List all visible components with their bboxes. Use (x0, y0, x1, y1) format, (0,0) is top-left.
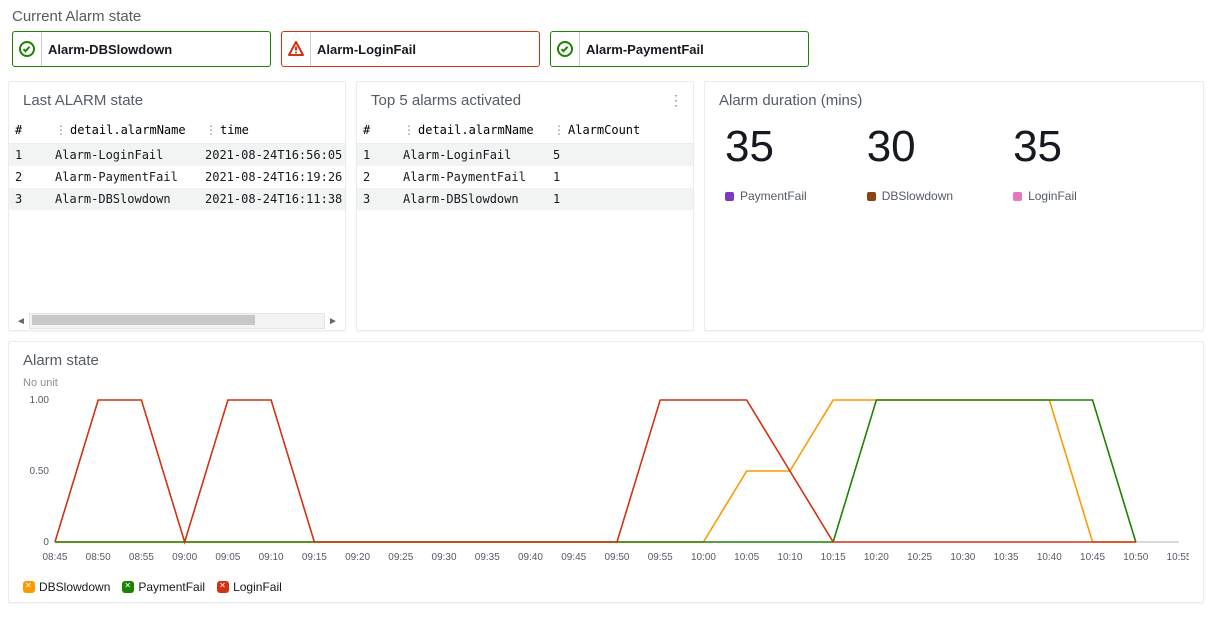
col-alarm-name[interactable]: ⋮detail.alarmName (397, 117, 547, 144)
table-row[interactable]: 3Alarm-DBSlowdown1 (357, 188, 693, 210)
svg-text:09:15: 09:15 (302, 552, 327, 563)
alarm-pill-dbslowdown[interactable]: Alarm-DBSlowdown (12, 31, 271, 67)
svg-text:10:05: 10:05 (734, 552, 759, 563)
table-row[interactable]: 2Alarm-PaymentFail1 (357, 166, 693, 188)
card-title: Alarm duration (mins) (705, 82, 1203, 117)
legend-swatch-icon (122, 581, 134, 593)
scroll-track[interactable] (29, 313, 325, 329)
duration-metric-dbslowdown: 30 DBSlowdown (867, 123, 953, 203)
svg-text:08:50: 08:50 (86, 552, 111, 563)
table-row[interactable]: 3Alarm-DBSlowdown2021-08-24T16:11:38.225 (9, 188, 345, 210)
svg-text:09:55: 09:55 (648, 552, 673, 563)
legend-item-loginfail[interactable]: LoginFail (217, 580, 282, 594)
svg-text:10:25: 10:25 (907, 552, 932, 563)
svg-text:09:20: 09:20 (345, 552, 370, 563)
duration-value: 30 (867, 123, 953, 171)
card-title: Alarm state (9, 342, 1203, 377)
alarm-pill-label: Alarm-DBSlowdown (41, 32, 270, 66)
duration-metric-paymentfail: 35 PaymentFail (725, 123, 807, 203)
legend-swatch (725, 192, 734, 201)
svg-text:09:30: 09:30 (432, 552, 457, 563)
card-title: Last ALARM state (9, 82, 345, 117)
status-ok-icon (13, 40, 41, 58)
col-time[interactable]: ⋮time (199, 117, 345, 144)
chart-legend: DBSlowdown PaymentFail LoginFail (23, 580, 282, 594)
card-last-alarm-state: Last ALARM state # ⋮detail.alarmName ⋮ti… (8, 81, 346, 331)
duration-value: 35 (1013, 123, 1077, 171)
svg-text:0.50: 0.50 (30, 466, 50, 477)
col-alarm-count[interactable]: ⋮AlarmCount (547, 117, 693, 144)
svg-text:09:05: 09:05 (215, 552, 240, 563)
status-ok-icon (551, 40, 579, 58)
scroll-thumb[interactable] (32, 315, 255, 325)
svg-text:10:30: 10:30 (950, 552, 975, 563)
alarm-pill-loginfail[interactable]: Alarm-LoginFail (281, 31, 540, 67)
svg-text:10:45: 10:45 (1080, 552, 1105, 563)
svg-text:10:20: 10:20 (864, 552, 889, 563)
card-title: Top 5 alarms activated (357, 82, 693, 117)
svg-text:10:10: 10:10 (777, 552, 802, 563)
svg-text:0: 0 (43, 537, 49, 548)
col-index[interactable]: # (357, 117, 397, 144)
legend-swatch-icon (217, 581, 229, 593)
svg-text:09:40: 09:40 (518, 552, 543, 563)
svg-text:10:40: 10:40 (1037, 552, 1062, 563)
more-icon[interactable]: ⋮ (669, 92, 683, 109)
card-alarm-state-chart: Alarm state No unit 00.501.0008:4508:500… (8, 341, 1204, 603)
svg-text:10:50: 10:50 (1123, 552, 1148, 563)
scroll-right-icon[interactable]: ► (325, 314, 341, 328)
legend-swatch (1013, 192, 1022, 201)
svg-text:09:00: 09:00 (172, 552, 197, 563)
scroll-left-icon[interactable]: ◄ (13, 314, 29, 328)
last-alarm-table: # ⋮detail.alarmName ⋮time 1Alarm-LoginFa… (9, 117, 345, 210)
duration-value: 35 (725, 123, 807, 171)
table-row[interactable]: 2Alarm-PaymentFail2021-08-24T16:19:26.54… (9, 166, 345, 188)
legend-item-paymentfail[interactable]: PaymentFail (122, 580, 205, 594)
svg-text:09:35: 09:35 (475, 552, 500, 563)
svg-text:08:55: 08:55 (129, 552, 154, 563)
col-alarm-name[interactable]: ⋮detail.alarmName (49, 117, 199, 144)
svg-text:09:50: 09:50 (604, 552, 629, 563)
svg-text:08:45: 08:45 (42, 552, 67, 563)
chart-unit-label: No unit (9, 377, 1203, 389)
duration-metric-loginfail: 35 LoginFail (1013, 123, 1077, 203)
alarm-pill-label: Alarm-LoginFail (310, 32, 539, 66)
svg-text:10:00: 10:00 (691, 552, 716, 563)
table-row[interactable]: 1Alarm-LoginFail2021-08-24T16:56:05.114 (9, 144, 345, 167)
card-alarm-duration: Alarm duration (mins) 35 PaymentFail 30 … (704, 81, 1204, 331)
svg-text:10:15: 10:15 (821, 552, 846, 563)
card-top5-alarms: Top 5 alarms activated ⋮ # ⋮detail.alarm… (356, 81, 694, 331)
svg-text:09:10: 09:10 (259, 552, 284, 563)
svg-text:09:45: 09:45 (561, 552, 586, 563)
svg-text:09:25: 09:25 (388, 552, 413, 563)
legend-swatch (867, 192, 876, 201)
chart-plot-area[interactable]: 0 0.50 1.00 08:45 08:50 08:55 09:00 09:05 09:10 0… (23, 396, 1189, 566)
legend-swatch-icon (23, 581, 35, 593)
alarm-pill-paymentfail[interactable]: Alarm-PaymentFail (550, 31, 809, 67)
status-alarm-icon (282, 40, 310, 58)
alarm-pill-row: Alarm-DBSlowdown Alarm-LoginFail Alarm-P… (0, 31, 1212, 81)
table-row[interactable]: 1Alarm-LoginFail5 (357, 144, 693, 167)
alarm-pill-label: Alarm-PaymentFail (579, 32, 808, 66)
svg-text:10:55: 10:55 (1167, 552, 1189, 563)
legend-item-dbslowdown[interactable]: DBSlowdown (23, 580, 110, 594)
svg-text:1.00: 1.00 (30, 396, 50, 406)
svg-text:10:35: 10:35 (994, 552, 1019, 563)
horizontal-scrollbar[interactable]: ◄ ► (9, 312, 345, 330)
col-index[interactable]: # (9, 117, 49, 144)
top5-alarm-table: # ⋮detail.alarmName ⋮AlarmCount 1Alarm-L… (357, 117, 693, 210)
section-title-current-alarm: Current Alarm state (0, 0, 1212, 31)
